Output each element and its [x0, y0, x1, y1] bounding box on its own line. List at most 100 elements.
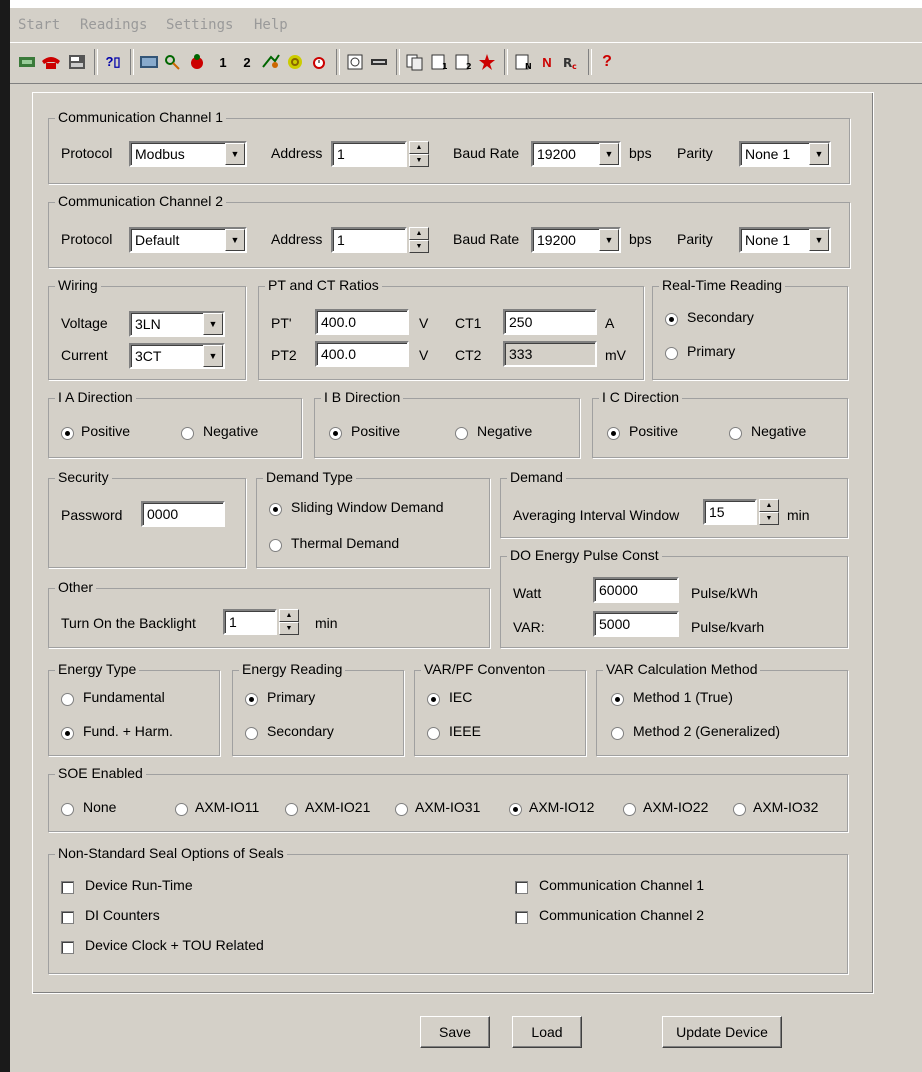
meter-icon[interactable] [138, 51, 160, 73]
soe-io22-label[interactable]: AXM-IO22 [643, 799, 708, 815]
iec-label[interactable]: IEC [449, 689, 472, 705]
memory-icon[interactable] [368, 51, 390, 73]
bug-icon[interactable] [186, 51, 208, 73]
primary-radio[interactable] [665, 347, 678, 360]
soe-io32-label[interactable]: AXM-IO32 [753, 799, 818, 815]
secondary-radio[interactable] [665, 313, 678, 326]
positive-label[interactable]: Positive [351, 423, 400, 439]
doc-two-icon[interactable]: 2 [452, 51, 474, 73]
device-clock-label[interactable]: Device Clock + TOU Related [85, 937, 264, 953]
soe-io32-radio[interactable] [733, 803, 746, 816]
ic-positive-radio[interactable] [607, 427, 620, 440]
password-input[interactable]: 0000 [141, 501, 225, 527]
spin-up-icon[interactable]: ▲ [279, 609, 299, 622]
chevron-down-icon[interactable]: ▼ [809, 143, 829, 165]
negative-label[interactable]: Negative [751, 423, 806, 439]
positive-label[interactable]: Positive [629, 423, 678, 439]
pt2-input[interactable]: 400.0 [315, 341, 409, 367]
spin-up-icon[interactable]: ▲ [759, 499, 779, 512]
backlight-spinner[interactable]: ▲ ▼ [279, 609, 299, 635]
interval-spinner[interactable]: ▲ ▼ [759, 499, 779, 525]
pt1-input[interactable]: 400.0 [315, 309, 409, 335]
soe-io22-radio[interactable] [623, 803, 636, 816]
phone-icon[interactable] [40, 51, 62, 73]
negative-label[interactable]: Negative [203, 423, 258, 439]
clock-icon[interactable] [344, 51, 366, 73]
soe-none-radio[interactable] [61, 803, 74, 816]
device-runtime-label[interactable]: Device Run-Time [85, 877, 193, 893]
doc-n-icon[interactable]: N [512, 51, 534, 73]
chevron-down-icon[interactable]: ▼ [203, 313, 223, 335]
chevron-down-icon[interactable]: ▼ [225, 143, 245, 165]
fund-harm-label[interactable]: Fund. + Harm. [83, 723, 173, 739]
spark-icon[interactable] [476, 51, 498, 73]
seal-comm2-label[interactable]: Communication Channel 2 [539, 907, 704, 923]
comm1-protocol-select[interactable]: Modbus ▼ [129, 141, 247, 167]
negative-label[interactable]: Negative [477, 423, 532, 439]
fundamental-label[interactable]: Fundamental [83, 689, 165, 705]
alarm-clock-icon[interactable] [308, 51, 330, 73]
current-select[interactable]: 3CT ▼ [129, 343, 225, 369]
menu-start[interactable]: Start [18, 17, 60, 33]
toolbar-btn-2[interactable]: 2 [236, 51, 258, 73]
soe-io31-radio[interactable] [395, 803, 408, 816]
spin-down-icon[interactable]: ▼ [279, 622, 299, 635]
er-primary-radio[interactable] [245, 693, 258, 706]
ieee-radio[interactable] [427, 727, 440, 740]
soe-none-label[interactable]: None [83, 799, 116, 815]
spin-down-icon[interactable]: ▼ [409, 154, 429, 167]
soe-io21-label[interactable]: AXM-IO21 [305, 799, 370, 815]
load-button[interactable]: Load [512, 1016, 582, 1048]
er-primary-label[interactable]: Primary [267, 689, 315, 705]
ct1-input[interactable]: 250 [503, 309, 597, 335]
ia-negative-radio[interactable] [181, 427, 194, 440]
method-1-label[interactable]: Method 1 (True) [633, 689, 733, 705]
method-2-radio[interactable] [611, 727, 624, 740]
thermal-demand-radio[interactable] [269, 539, 282, 552]
chevron-down-icon[interactable]: ▼ [599, 229, 619, 251]
toolbar-btn-1[interactable]: 1 [212, 51, 234, 73]
di-counters-checkbox[interactable] [61, 911, 74, 924]
comm2-parity-select[interactable]: None 1 ▼ [739, 227, 831, 253]
chevron-down-icon[interactable]: ▼ [203, 345, 223, 367]
di-counters-label[interactable]: DI Counters [85, 907, 160, 923]
menu-settings[interactable]: Settings [166, 17, 233, 33]
primary-label[interactable]: Primary [687, 343, 735, 359]
soe-io12-label[interactable]: AXM-IO12 [529, 799, 594, 815]
sliding-window-radio[interactable] [269, 503, 282, 516]
spin-down-icon[interactable]: ▼ [759, 512, 779, 525]
query-icon[interactable]: ?▯ [102, 51, 124, 73]
method-1-radio[interactable] [611, 693, 624, 706]
thermal-demand-label[interactable]: Thermal Demand [291, 535, 399, 551]
chevron-down-icon[interactable]: ▼ [809, 229, 829, 251]
interval-input[interactable]: 15 [703, 499, 757, 525]
soe-io21-radio[interactable] [285, 803, 298, 816]
help-icon[interactable]: ? [596, 51, 618, 73]
save-button[interactable]: Save [420, 1016, 490, 1048]
probe-icon[interactable] [162, 51, 184, 73]
connect-icon[interactable] [16, 51, 38, 73]
chevron-down-icon[interactable]: ▼ [225, 229, 245, 251]
fund-harm-radio[interactable] [61, 727, 74, 740]
comm1-parity-select[interactable]: None 1 ▼ [739, 141, 831, 167]
comm2-address-spinner[interactable]: ▲ ▼ [409, 227, 429, 253]
device-runtime-checkbox[interactable] [61, 881, 74, 894]
comm1-baud-select[interactable]: 19200 ▼ [531, 141, 621, 167]
backlight-input[interactable]: 1 [223, 609, 277, 635]
ieee-label[interactable]: IEEE [449, 723, 481, 739]
seal-comm1-checkbox[interactable] [515, 881, 528, 894]
ia-positive-radio[interactable] [61, 427, 74, 440]
secondary-label[interactable]: Secondary [687, 309, 754, 325]
comm2-protocol-select[interactable]: Default ▼ [129, 227, 247, 253]
method-2-label[interactable]: Method 2 (Generalized) [633, 723, 780, 739]
ib-negative-radio[interactable] [455, 427, 468, 440]
sliding-window-label[interactable]: Sliding Window Demand [291, 499, 444, 515]
seal-comm2-checkbox[interactable] [515, 911, 528, 924]
target-icon[interactable] [284, 51, 306, 73]
ib-positive-radio[interactable] [329, 427, 342, 440]
copy-doc-icon[interactable] [404, 51, 426, 73]
voltage-select[interactable]: 3LN ▼ [129, 311, 225, 337]
doc-one-icon[interactable]: 1 [428, 51, 450, 73]
soe-io11-label[interactable]: AXM-IO11 [195, 799, 259, 815]
toolbar-n[interactable]: N [536, 51, 558, 73]
